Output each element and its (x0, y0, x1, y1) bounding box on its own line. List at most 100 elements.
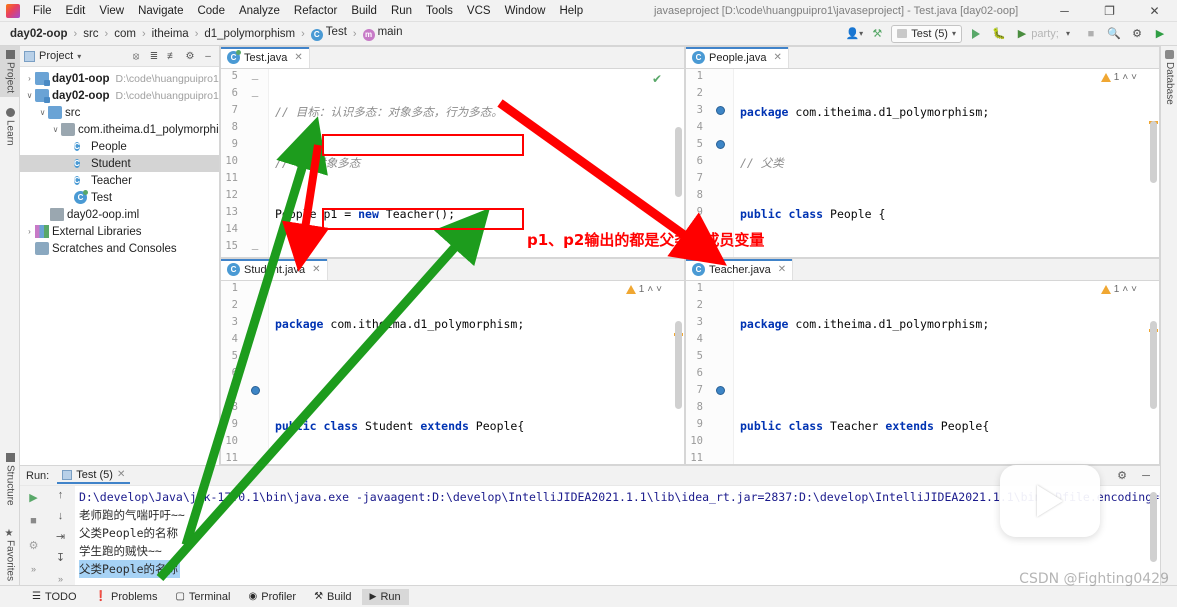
menu-help[interactable]: Help (552, 3, 590, 19)
chevron-down-icon[interactable]: ∨ (50, 125, 61, 134)
code-text-people[interactable]: package com.itheima.d1_polymorphism; // … (734, 69, 1159, 257)
status-item-todo[interactable]: ☰ TODO (24, 589, 85, 605)
gear-icon[interactable]: ⚙ (1114, 468, 1130, 484)
editor-scrollbar-teacher[interactable] (1150, 321, 1157, 409)
scroll-to-end-icon[interactable]: ↧ (53, 551, 69, 564)
close-icon[interactable]: ✕ (117, 469, 125, 480)
more-icon-2[interactable]: » (53, 572, 69, 585)
breadcrumb-item-package[interactable]: d1_polymorphism (200, 27, 299, 41)
build-hammer-icon[interactable]: ⚒ (868, 25, 886, 43)
prev-problem-icon[interactable]: ˄ (647, 284, 653, 295)
collapse-all-icon[interactable]: ≢ (165, 49, 179, 63)
maximize-button[interactable]: ❐ (1087, 0, 1132, 22)
status-item-build[interactable]: ⚒ Build (306, 589, 359, 605)
debug-icon[interactable]: 🐛 (990, 25, 1008, 43)
project-tree[interactable]: › day01-oop D:\code\huangpuipro1\jav ∨ d… (20, 67, 219, 465)
tree-item-day01-oop[interactable]: › day01-oop D:\code\huangpuipro1\jav (20, 70, 219, 87)
run-coverage-icon[interactable]: ▶ (1013, 25, 1031, 43)
editor-gutter-test[interactable]: 5 6 7 8 9 10 11 12 13 14 15 ⚊ ⚊ ⚊ (221, 69, 269, 257)
close-button[interactable]: ✕ (1132, 0, 1177, 22)
run-configuration-selector[interactable]: Test (5) ▾ (891, 24, 962, 43)
run-tab-test[interactable]: Test (5) ✕ (57, 468, 131, 484)
breadcrumb-item-class[interactable]: C Test (307, 25, 351, 42)
chevron-down-icon[interactable]: ▾ (77, 52, 81, 61)
prev-problem-icon[interactable]: ˄ (1122, 72, 1128, 83)
editor-body-student[interactable]: 1 2 3 4 5 6 7 8 9 10 11 package com.ithe… (221, 281, 684, 464)
menu-analyze[interactable]: Analyze (232, 3, 287, 19)
tab-student-java[interactable]: C Student.java ✕ (221, 259, 328, 280)
code-fold-icon[interactable]: ⚊ (251, 72, 263, 84)
video-play-overlay[interactable] (1000, 465, 1100, 537)
stop-icon[interactable]: ■ (26, 513, 42, 529)
inspection-status-teacher[interactable]: 1 ˄ ˅ (1100, 284, 1137, 295)
hide-icon[interactable]: ─ (1138, 468, 1154, 484)
editor-body-people[interactable]: 1 2 3 4 5 6 7 8 9 package com.itheima.d1… (686, 69, 1159, 257)
tree-item-test[interactable]: C Test (20, 189, 219, 206)
prev-problem-icon[interactable]: ˄ (1122, 284, 1128, 295)
menu-run[interactable]: Run (384, 3, 419, 19)
editor-gutter-student[interactable]: 1 2 3 4 5 6 7 8 9 10 11 (221, 281, 269, 464)
tree-item-iml[interactable]: day02-oop.iml (20, 206, 219, 223)
sidebar-item-structure[interactable]: Structure (0, 449, 20, 510)
menu-file[interactable]: File (26, 3, 59, 19)
up-icon[interactable]: ↑ (53, 489, 69, 502)
chevron-down-icon[interactable]: ∨ (24, 91, 35, 100)
menu-window[interactable]: Window (498, 3, 553, 19)
breadcrumb-item-src[interactable]: src (79, 27, 102, 41)
run-gutter-icon[interactable] (716, 106, 728, 118)
close-icon[interactable]: ✕ (778, 264, 786, 275)
tree-item-day02-oop[interactable]: ∨ day02-oop D:\code\huangpuipro1\jav (20, 87, 219, 104)
close-icon[interactable]: ✕ (312, 264, 320, 275)
tree-item-teacher[interactable]: C Teacher (20, 172, 219, 189)
editor-gutter-teacher[interactable]: 1 2 3 4 5 6 7 8 9 10 11 (686, 281, 734, 464)
menu-navigate[interactable]: Navigate (131, 3, 190, 19)
more-icon[interactable]: » (26, 561, 42, 577)
tree-item-external-libraries[interactable]: › External Libraries (20, 223, 219, 240)
chevron-right-icon[interactable]: › (24, 74, 35, 83)
profile-icon[interactable]: party; (1031, 25, 1059, 43)
editor-body-test[interactable]: 5 6 7 8 9 10 11 12 13 14 15 ⚊ ⚊ ⚊ // 目标：… (221, 69, 684, 257)
run-gutter-icon[interactable] (716, 140, 728, 152)
tree-item-student[interactable]: C Student (20, 155, 219, 172)
breadcrumb-item-itheima[interactable]: itheima (148, 27, 193, 41)
code-text-test[interactable]: // 目标：认识多态：对象多态，行为多态。 // 1、对象多态 People p… (269, 69, 684, 257)
menu-bar[interactable]: File Edit View Navigate Code Analyze Ref… (26, 3, 590, 19)
expand-all-icon[interactable]: ≣ (147, 49, 161, 63)
tab-teacher-java[interactable]: C Teacher.java ✕ (686, 259, 794, 280)
status-item-profiler[interactable]: ◉ Profiler (241, 589, 305, 605)
profile-dropdown-icon[interactable]: ▾ (1059, 25, 1077, 43)
close-icon[interactable]: ✕ (774, 52, 782, 63)
chevron-right-icon[interactable]: › (24, 227, 35, 236)
override-gutter-icon[interactable] (716, 386, 728, 398)
menu-tools[interactable]: Tools (419, 3, 460, 19)
inspection-status-student[interactable]: 1 ˄ ˅ (625, 284, 662, 295)
tree-item-src[interactable]: ∨ src (20, 104, 219, 121)
down-icon[interactable]: ↓ (53, 510, 69, 523)
minimize-button[interactable]: ─ (1042, 0, 1087, 22)
code-text-teacher[interactable]: package com.itheima.d1_polymorphism; pub… (734, 281, 1159, 464)
search-icon[interactable]: 🔍 (1105, 25, 1123, 43)
sidebar-item-favorites[interactable]: ★ Favorites (0, 524, 20, 585)
trash-icon[interactable]: ⚙ (26, 537, 42, 553)
menu-edit[interactable]: Edit (59, 3, 93, 19)
next-problem-icon[interactable]: ˅ (1131, 72, 1137, 83)
rerun-icon[interactable]: ▶ (26, 489, 42, 505)
breadcrumb-item-method[interactable]: m main (359, 25, 407, 42)
updates-icon[interactable]: ▶ (1151, 25, 1169, 43)
editor-scrollbar-people[interactable] (1150, 121, 1157, 183)
override-gutter-icon[interactable] (251, 386, 263, 398)
locate-icon[interactable]: ⦻ (129, 49, 143, 63)
next-problem-icon[interactable]: ˅ (656, 284, 662, 295)
breadcrumb-item-com[interactable]: com (110, 27, 140, 41)
inspection-status-people[interactable]: 1 ˄ ˅ (1100, 72, 1137, 83)
breadcrumb[interactable]: day02-oop › src › com › itheima › d1_pol… (6, 25, 845, 42)
stop-icon[interactable]: ■ (1082, 25, 1100, 43)
editor-gutter-people[interactable]: 1 2 3 4 5 6 7 8 9 (686, 69, 734, 257)
sidebar-item-learn[interactable]: Structure Learn (0, 104, 20, 150)
status-item-problems[interactable]: ❗ Problems (87, 589, 166, 605)
menu-view[interactable]: View (92, 3, 131, 19)
chevron-down-icon[interactable]: ∨ (37, 108, 48, 117)
tab-test-java[interactable]: C Test.java ✕ (221, 47, 310, 68)
status-item-terminal[interactable]: ▢ Terminal (167, 589, 238, 605)
hide-icon[interactable]: – (201, 49, 215, 63)
